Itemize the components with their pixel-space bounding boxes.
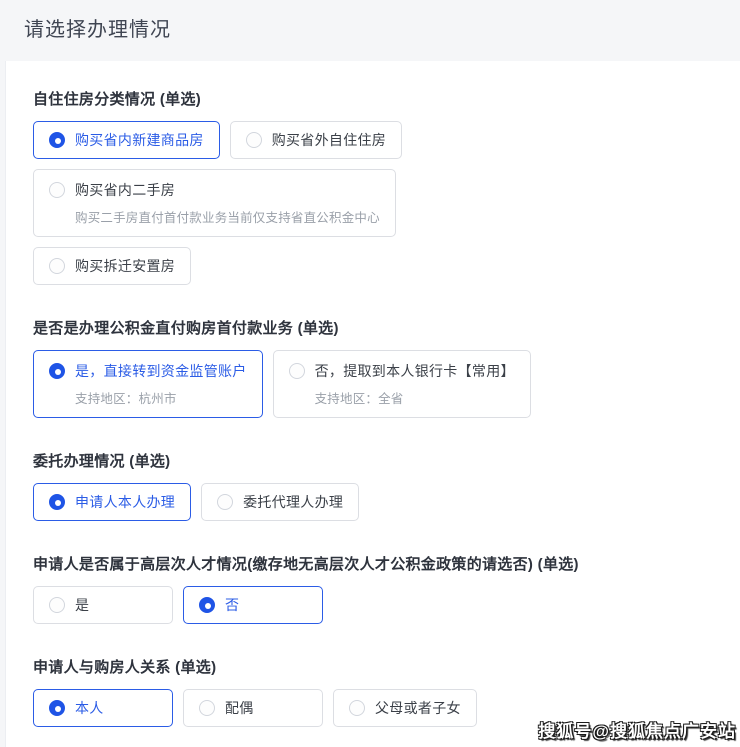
option-main: 否，提取到本人银行卡【常用】 xyxy=(288,361,515,381)
option-out-of-province-housing[interactable]: 购买省外自住住房 xyxy=(229,121,403,159)
section-housing-type: 自住住房分类情况 (单选) 购买省内新建商品房 购买省外自住住房 购买省内二手房 xyxy=(33,88,720,285)
option-relation-self[interactable]: 本人 xyxy=(33,689,173,727)
radio-icon xyxy=(349,700,365,716)
option-main: 否 xyxy=(199,595,307,615)
option-label: 否 xyxy=(225,597,240,613)
option-main: 父母或者子女 xyxy=(349,698,461,718)
section-label-high-level-talent: 申请人是否属于高层次人才情况(缴存地无高层次人才公积金政策的请选否) (单选) xyxy=(33,556,579,573)
option-row: 购买省内新建商品房 购买省外自住住房 xyxy=(33,121,720,159)
radio-icon xyxy=(49,700,65,716)
option-label: 购买拆迁安置房 xyxy=(75,258,176,274)
section-high-level-talent: 申请人是否属于高层次人才情况(缴存地无高层次人才公积金政策的请选否) (单选) … xyxy=(33,553,720,624)
option-row: 是 否 xyxy=(33,586,720,624)
option-subtext: 支持地区：杭州市 xyxy=(75,392,177,406)
option-main: 配偶 xyxy=(199,698,307,718)
section-label-housing-type: 自住住房分类情况 (单选) xyxy=(33,91,202,108)
option-relation-spouse[interactable]: 配偶 xyxy=(183,689,323,727)
option-province-secondhand-housing[interactable]: 购买省内二手房 购买二手房直付首付款业务当前仅支持省直公积金中心 xyxy=(33,169,396,237)
option-talent-no[interactable]: 否 xyxy=(183,586,323,624)
option-label: 购买省外自住住房 xyxy=(271,132,387,148)
section-label-entrust-handling: 委托办理情况 (单选) xyxy=(33,453,171,470)
radio-icon xyxy=(245,132,262,148)
radio-icon xyxy=(49,363,65,379)
option-label: 购买省内新建商品房 xyxy=(75,132,204,148)
watermark: 搜狐号@搜狐焦点广安站 xyxy=(538,722,736,741)
option-talent-yes[interactable]: 是 xyxy=(33,586,173,624)
option-label: 父母或者子女 xyxy=(375,700,461,716)
radio-icon xyxy=(49,597,65,613)
option-relation-parents-or-children[interactable]: 父母或者子女 xyxy=(333,689,477,727)
option-resettlement-housing[interactable]: 购买拆迁安置房 xyxy=(33,247,192,285)
option-yes-supervised-account[interactable]: 是，直接转到资金监管账户 支持地区：杭州市 xyxy=(33,350,263,418)
option-label: 委托代理人办理 xyxy=(243,494,344,510)
option-no-withdraw-to-bank-card[interactable]: 否，提取到本人银行卡【常用】 支持地区：全省 xyxy=(272,350,531,418)
option-label: 本人 xyxy=(75,700,104,716)
radio-icon xyxy=(49,258,65,274)
option-province-new-commodity-housing[interactable]: 购买省内新建商品房 xyxy=(33,121,220,159)
radio-icon xyxy=(199,700,215,716)
option-row: 是，直接转到资金监管账户 支持地区：杭州市 否，提取到本人银行卡【常用】 支持地… xyxy=(33,350,720,418)
option-label: 购买省内二手房 xyxy=(75,182,176,198)
option-main: 购买拆迁安置房 xyxy=(49,256,175,276)
section-label-buyer-relationship: 申请人与购房人关系 (单选) xyxy=(33,659,217,676)
option-subtext: 支持地区：全省 xyxy=(314,392,404,406)
option-main: 委托代理人办理 xyxy=(217,492,343,512)
form-card: 自住住房分类情况 (单选) 购买省内新建商品房 购买省外自住住房 购买省内二手房 xyxy=(5,61,740,747)
option-agent-handle[interactable]: 委托代理人办理 xyxy=(201,483,360,521)
option-main: 购买省内二手房 xyxy=(49,180,380,200)
option-row: 购买拆迁安置房 xyxy=(33,247,720,285)
option-main: 购买省内新建商品房 xyxy=(49,130,204,150)
option-row: 申请人本人办理 委托代理人办理 xyxy=(33,483,720,521)
option-label: 是 xyxy=(75,597,90,613)
option-label: 是，直接转到资金监管账户 xyxy=(75,363,247,379)
option-label: 否，提取到本人银行卡【常用】 xyxy=(314,363,515,379)
option-label: 申请人本人办理 xyxy=(75,494,176,510)
section-direct-payment: 是否是办理公积金直付购房首付款业务 (单选) 是，直接转到资金监管账户 支持地区… xyxy=(33,317,720,418)
option-main: 本人 xyxy=(49,698,157,718)
option-applicant-self-handle[interactable]: 申请人本人办理 xyxy=(33,483,192,521)
option-main: 是，直接转到资金监管账户 xyxy=(49,361,247,381)
radio-icon xyxy=(199,597,215,613)
section-entrust-handling: 委托办理情况 (单选) 申请人本人办理 委托代理人办理 xyxy=(33,450,720,521)
section-label-direct-payment: 是否是办理公积金直付购房首付款业务 (单选) xyxy=(33,320,339,337)
option-row: 购买省内二手房 购买二手房直付首付款业务当前仅支持省直公积金中心 xyxy=(33,169,720,237)
page-title: 请选择办理情况 xyxy=(24,19,171,41)
option-main: 申请人本人办理 xyxy=(49,492,175,512)
radio-icon xyxy=(49,494,65,510)
option-main: 是 xyxy=(49,595,157,615)
radio-icon xyxy=(49,182,65,198)
option-subtext: 购买二手房直付首付款业务当前仅支持省直公积金中心 xyxy=(75,211,380,225)
radio-icon xyxy=(217,494,234,510)
option-label: 配偶 xyxy=(225,700,254,716)
radio-icon xyxy=(49,132,65,148)
radio-icon xyxy=(288,363,305,379)
option-main: 购买省外自住住房 xyxy=(245,130,387,150)
